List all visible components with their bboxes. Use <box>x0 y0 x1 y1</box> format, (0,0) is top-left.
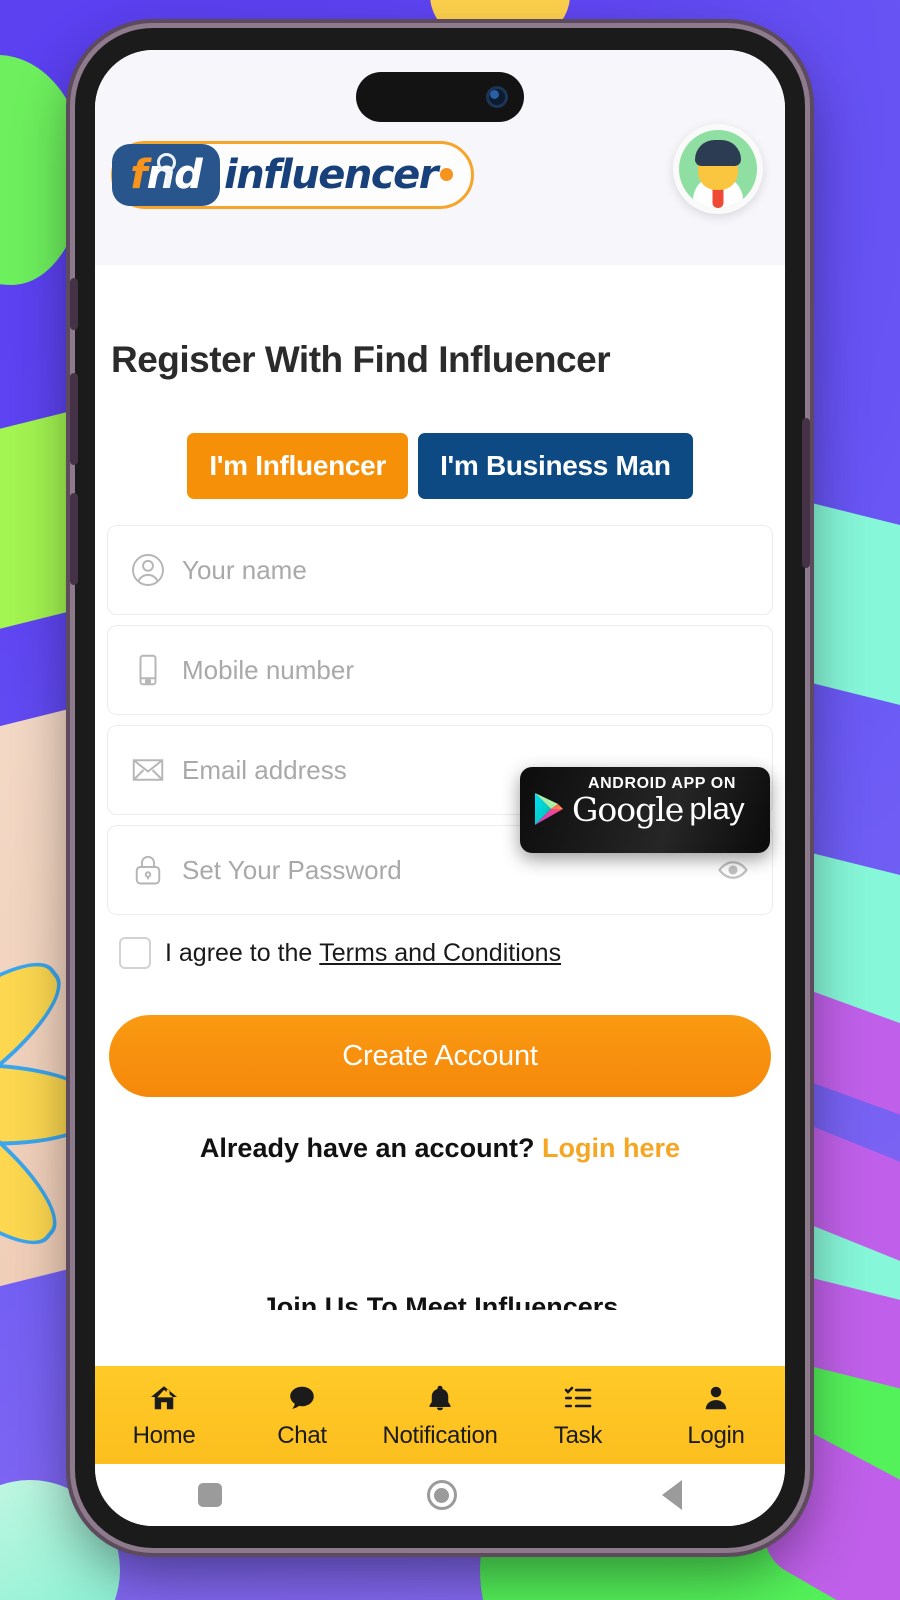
terms-and-conditions-link[interactable]: Terms and Conditions <box>319 939 561 967</box>
nav-label-task: Task <box>553 1421 603 1449</box>
login-prompt: Already have an account? Login here <box>107 1133 773 1164</box>
checklist-icon <box>509 1381 647 1415</box>
form-fields <box>107 525 773 915</box>
phone-mute-switch <box>70 278 78 330</box>
terms-checkbox[interactable] <box>119 937 151 969</box>
google-play-triangle-icon <box>534 792 564 826</box>
recent-apps-icon[interactable] <box>197 1483 222 1507</box>
bottom-navigation-bar: Home Chat Notification Task Login <box>95 1366 785 1464</box>
nav-item-notification[interactable]: Notification <box>371 1381 509 1450</box>
terms-prefix: I agree to the <box>165 938 320 967</box>
role-selector: I'm Influencer I'm Business Man <box>107 433 773 499</box>
phone-mockup: fnd influencer Register With Find Influe… <box>70 28 810 1548</box>
person-icon <box>647 1381 785 1415</box>
google-play-wordmark: Google play <box>534 791 770 827</box>
obscured-promo-text: Join Us To Meet Influencers <box>261 1292 619 1310</box>
dynamic-island-notch <box>356 72 524 122</box>
phone-volume-down-button <box>70 493 78 585</box>
google-play-badge[interactable]: ANDROID APP ON Google play <box>520 767 770 853</box>
mobile-input[interactable] <box>182 654 750 686</box>
password-input[interactable] <box>182 854 716 886</box>
phone-icon <box>130 652 166 688</box>
back-icon[interactable] <box>662 1480 683 1510</box>
nav-item-task[interactable]: Task <box>509 1381 647 1450</box>
avatar[interactable] <box>673 123 763 214</box>
nav-label-login: Login <box>687 1421 745 1449</box>
user-icon <box>130 552 166 588</box>
magnifier-icon <box>157 152 176 188</box>
already-have-account-text: Already have an account? <box>199 1133 543 1163</box>
lock-icon <box>130 852 166 888</box>
mobile-field-row[interactable] <box>107 625 773 715</box>
nav-item-login[interactable]: Login <box>647 1381 785 1450</box>
logo-dot-icon <box>439 168 453 181</box>
avatar-hair <box>695 139 741 166</box>
nav-label-home: Home <box>132 1421 196 1449</box>
avatar-image <box>679 129 757 208</box>
name-field-row[interactable] <box>107 525 773 615</box>
android-system-nav <box>95 1464 785 1526</box>
page-title: Register With Find Influencer <box>111 339 611 380</box>
phone-power-button <box>802 418 810 568</box>
login-here-link[interactable]: Login here <box>542 1133 680 1163</box>
android-home-icon[interactable] <box>426 1480 457 1510</box>
terms-row: I agree to the Terms and Conditions <box>119 937 773 969</box>
nav-item-home[interactable]: Home <box>95 1381 233 1450</box>
logo-badge: fnd <box>112 143 220 206</box>
front-camera-icon <box>486 86 508 108</box>
app-logo[interactable]: fnd influencer <box>111 140 474 209</box>
play-word: play <box>689 791 745 826</box>
logo-influencer-text: influencer <box>224 151 438 198</box>
role-influencer-button[interactable]: I'm Influencer <box>187 433 409 499</box>
phone-screen: fnd influencer Register With Find Influe… <box>95 50 785 1526</box>
role-business-button[interactable]: I'm Business Man <box>418 433 693 499</box>
home-icon <box>95 1381 233 1415</box>
name-input[interactable] <box>182 554 750 586</box>
terms-label: I agree to the Terms and Conditions <box>165 939 561 968</box>
create-account-button[interactable]: Create Account <box>109 1015 771 1097</box>
chat-icon <box>233 1381 371 1415</box>
bell-icon <box>371 1381 509 1415</box>
nav-item-chat[interactable]: Chat <box>233 1381 371 1450</box>
google-word: Google <box>572 789 684 829</box>
nav-label-chat: Chat <box>277 1421 327 1449</box>
nav-label-notification: Notification <box>382 1421 498 1449</box>
phone-volume-up-button <box>70 373 78 465</box>
email-icon <box>130 752 166 788</box>
toggle-password-visibility-icon[interactable] <box>716 853 750 887</box>
